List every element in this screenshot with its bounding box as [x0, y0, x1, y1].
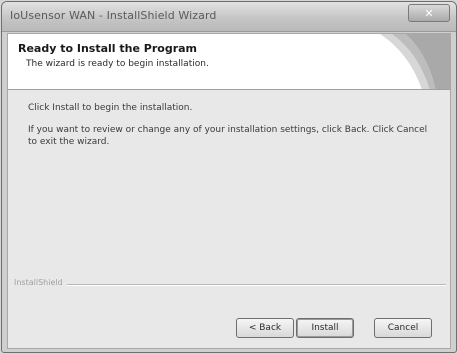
installer-window: IoUsensor WAN - InstallShield Wizard ✕ R…: [1, 1, 457, 353]
close-icon: ✕: [424, 6, 434, 20]
title-bar[interactable]: IoUsensor WAN - InstallShield Wizard ✕: [2, 2, 456, 32]
page-title: Ready to Install the Program: [18, 42, 198, 55]
close-button[interactable]: ✕: [408, 4, 450, 22]
brand-separator: InstallShield: [14, 278, 446, 290]
cancel-button[interactable]: Cancel: [374, 318, 432, 338]
wizard-header: Ready to Install the Program The wizard …: [8, 34, 450, 90]
page-subtitle: The wizard is ready to begin installatio…: [26, 59, 209, 69]
wizard-panel: Ready to Install the Program The wizard …: [7, 33, 451, 349]
window-title: IoUsensor WAN - InstallShield Wizard: [10, 9, 217, 22]
install-instruction: Click Install to begin the installation.: [28, 103, 193, 113]
install-button[interactable]: Install: [296, 318, 354, 338]
brand-label: InstallShield: [14, 278, 67, 287]
review-instruction: If you want to review or change any of y…: [28, 125, 428, 147]
installer-art-icon: [380, 34, 450, 89]
separator-line: [14, 284, 446, 286]
back-button[interactable]: < Back: [236, 318, 294, 338]
